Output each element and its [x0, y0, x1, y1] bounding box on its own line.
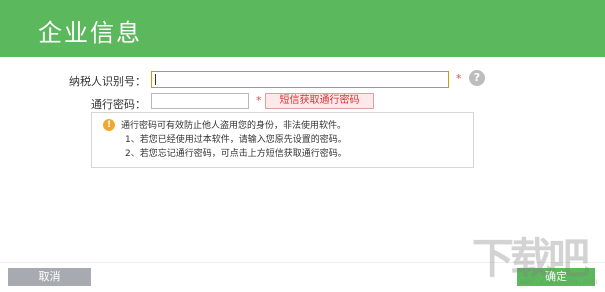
pass-code-input[interactable]: [151, 93, 249, 109]
header-bar: 企业信息: [0, 0, 605, 57]
required-mark: *: [256, 94, 262, 107]
notice-line: 2、若您忘记通行密码，可点击上方短信获取通行密码。: [125, 149, 347, 159]
pass-code-label: 通行密码：: [91, 98, 146, 111]
warning-icon: !: [103, 119, 115, 131]
watermark-url: www.xiazaiba.com: [520, 277, 598, 286]
notice-box: ! 通行密码可有效防止他人盗用您的身份，非法使用软件。 1、若您已经使用过本软件…: [91, 112, 474, 168]
cancel-button[interactable]: 取消: [8, 268, 91, 286]
notice-line: 1、若您已经使用过本软件，请输入您原先设置的密码。: [125, 135, 347, 145]
page-title: 企业信息: [38, 19, 142, 47]
sms-get-code-button[interactable]: 短信获取通行密码: [265, 93, 374, 109]
text-caret: [155, 74, 156, 85]
taxpayer-id-label: 纳税人识别号：: [69, 75, 146, 88]
taxpayer-id-input[interactable]: [151, 71, 449, 88]
required-mark: *: [456, 72, 462, 85]
notice-line: 通行密码可有效防止他人盗用您的身份，非法使用软件。: [121, 121, 347, 131]
help-icon[interactable]: ?: [469, 70, 485, 86]
